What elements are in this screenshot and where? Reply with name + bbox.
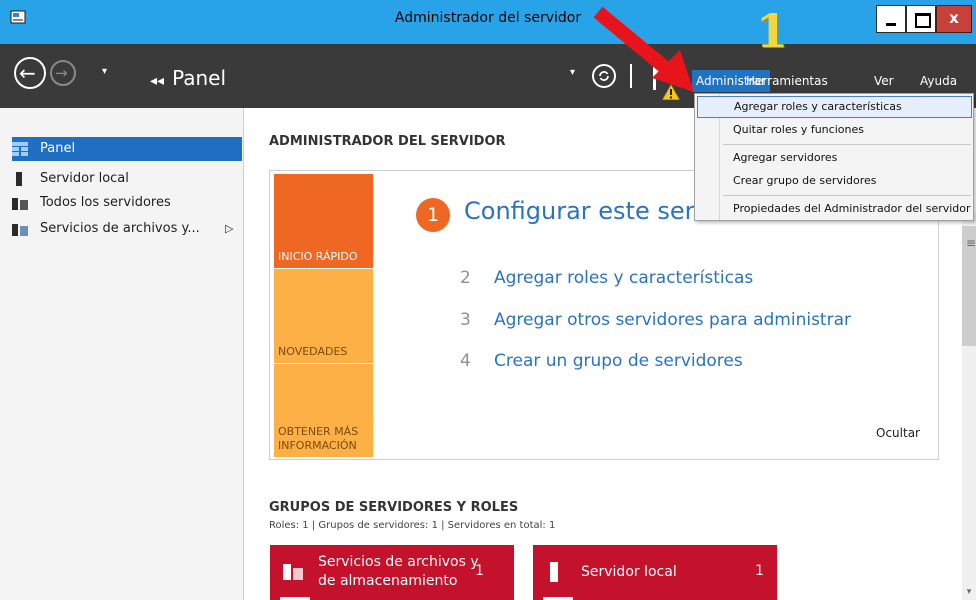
step-number-annotation: 1 [756, 4, 789, 58]
role-card-count: 1 [755, 563, 764, 579]
sidebar-item-servicios-de-archivos[interactable]: Servicios de archivos y... ▷ [12, 217, 240, 241]
sidebar-item-servidor-local[interactable]: Servidor local [12, 167, 240, 191]
menu-item-agregar-roles[interactable]: Agregar roles y características [697, 96, 972, 118]
forward-button[interactable]: → [50, 60, 76, 86]
refresh-icon [599, 71, 609, 81]
tile-obtener-mas-informacion[interactable]: OBTENER MÁS INFORMACIÓN [274, 364, 373, 457]
step-1-badge: 1 [416, 198, 450, 232]
breadcrumb-label: Panel [172, 66, 227, 90]
menu-ver[interactable]: Ver [870, 70, 898, 92]
close-button[interactable]: x [936, 5, 972, 33]
tile-inicio-rapido[interactable]: INICIO RÁPIDO [274, 174, 373, 268]
menu-item-agregar-servidores[interactable]: Agregar servidores [697, 147, 972, 169]
role-card-file-services[interactable]: Servicios de archivos y de almacenamient… [270, 545, 514, 600]
sidebar-item-todos-los-servidores[interactable]: Todos los servidores [12, 191, 240, 215]
sidebar-item-label: Servidor local [40, 171, 129, 186]
step-2-number: 2 [460, 268, 471, 288]
grip-icon: ≡ [966, 236, 976, 250]
menu-separator [723, 195, 971, 196]
section-title-server-manager: ADMINISTRADOR DEL SERVIDOR [269, 134, 506, 149]
sidebar-item-label: Todos los servidores [40, 195, 171, 210]
close-icon: x [949, 9, 959, 27]
sidebar: Panel Servidor local Todos los servidore… [0, 108, 244, 600]
tile-label: OBTENER MÁS INFORMACIÓN [278, 425, 359, 452]
servers-icon [12, 198, 28, 210]
server-icon [16, 172, 22, 186]
menu-ayuda[interactable]: Ayuda [916, 70, 961, 92]
breadcrumb[interactable]: ◂◂ Panel [150, 66, 226, 90]
groups-summary: Roles: 1 | Grupos de servidores: 1 | Ser… [269, 520, 556, 531]
menu-item-propiedades[interactable]: Propiedades del Administrador del servid… [697, 198, 972, 220]
back-button[interactable]: ← [14, 57, 46, 89]
maximize-button[interactable] [906, 5, 936, 33]
forward-arrow-icon: → [55, 64, 68, 82]
toolbar-separator [630, 64, 632, 88]
history-dropdown-icon[interactable]: ▾ [102, 66, 107, 77]
tile-novedades[interactable]: NOVEDADES [274, 269, 373, 363]
title-bar: Administrador del servidor [0, 0, 976, 44]
back-arrow-icon: ← [19, 61, 36, 85]
step-4-link[interactable]: Crear un grupo de servidores [494, 351, 743, 371]
administrar-dropdown-menu: Agregar roles y características Quitar r… [694, 93, 974, 221]
tile-label: INICIO RÁPIDO [278, 250, 358, 263]
menu-item-crear-grupo[interactable]: Crear grupo de servidores [697, 170, 972, 192]
sidebar-item-label: Panel [40, 141, 76, 156]
menu-separator [723, 144, 971, 145]
dashboard-icon [12, 142, 28, 156]
hide-welcome-link[interactable]: Ocultar [876, 426, 920, 440]
warning-icon [662, 84, 680, 100]
file-services-icon [12, 224, 28, 236]
refresh-button[interactable] [592, 64, 616, 88]
menu-herramientas[interactable]: Herramientas [742, 70, 832, 92]
tile-label: NOVEDADES [278, 345, 348, 358]
scroll-down-arrow-icon[interactable]: ▾ [962, 584, 976, 600]
expand-chevron-icon[interactable]: ▷ [225, 217, 233, 241]
role-card-count: 1 [475, 563, 484, 579]
step-2-link[interactable]: Agregar roles y características [494, 268, 753, 288]
section-title-groups-and-roles: GRUPOS DE SERVIDORES Y ROLES [269, 500, 519, 515]
server-icon [550, 562, 558, 582]
step-3-link[interactable]: Agregar otros servidores para administra… [494, 310, 851, 330]
role-card-name: Servicios de archivos y de almacenamient… [318, 554, 479, 589]
step-3-number: 3 [460, 310, 471, 330]
refresh-dropdown-icon[interactable]: ▾ [570, 67, 575, 78]
minimize-button[interactable] [876, 5, 906, 33]
role-card-servidor-local[interactable]: Servidor local 1 [533, 545, 777, 600]
breadcrumb-chevron-icon: ◂◂ [150, 73, 165, 89]
menu-item-quitar-roles[interactable]: Quitar roles y funciones [697, 119, 972, 141]
window-title: Administrador del servidor [394, 10, 582, 26]
sidebar-item-label: Servicios de archivos y... [40, 221, 200, 236]
sidebar-item-panel[interactable]: Panel [12, 137, 242, 161]
file-services-icon [283, 564, 303, 580]
step-4-number: 4 [460, 351, 471, 371]
role-card-name: Servidor local [581, 564, 677, 580]
